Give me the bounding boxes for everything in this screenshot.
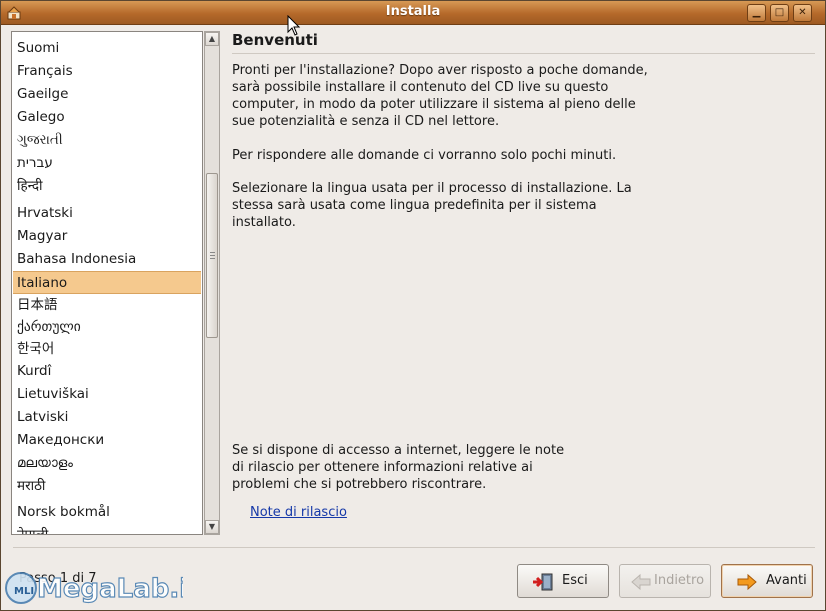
svg-text:MegaLab.it: MegaLab.it xyxy=(37,574,183,604)
scroll-up-button[interactable]: ▲ xyxy=(205,32,219,46)
language-item[interactable]: मराठी xyxy=(13,475,201,498)
close-icon: ✕ xyxy=(798,7,807,18)
internet-paragraph: Se si dispone di accesso a internet, leg… xyxy=(232,443,565,492)
language-list-scrollbar[interactable]: ▲ ▼ xyxy=(204,31,220,535)
language-item[interactable]: Magyar xyxy=(13,225,201,248)
language-item[interactable]: Français xyxy=(13,60,201,83)
language-item[interactable]: Hrvatski xyxy=(13,202,201,225)
language-item[interactable]: Lietuviškai xyxy=(13,383,201,406)
scrollbar-thumb[interactable] xyxy=(206,173,218,338)
back-button-label: Indietro xyxy=(654,573,705,588)
language-item[interactable]: മലയാളം xyxy=(13,452,201,475)
language-item[interactable]: हिन्दी xyxy=(13,175,201,198)
language-item[interactable]: Suomi xyxy=(13,37,201,60)
language-item[interactable]: Galego xyxy=(13,106,201,129)
chevron-down-icon: ▼ xyxy=(208,522,216,531)
arrow-left-icon xyxy=(631,573,651,591)
language-paragraph: Selezionare la lingua usata per il proce… xyxy=(232,181,632,230)
title-bar[interactable]: Installa ▁ □ ✕ xyxy=(1,1,825,25)
forward-button[interactable]: Avanti xyxy=(721,564,813,598)
language-item[interactable]: עברית xyxy=(13,152,201,175)
exit-door-icon xyxy=(533,573,553,591)
footer-divider xyxy=(13,547,815,548)
maximize-icon: □ xyxy=(774,7,785,18)
language-item[interactable]: Kurdî xyxy=(13,360,201,383)
quit-button-label: Esci xyxy=(562,573,588,588)
language-item[interactable]: Македонски xyxy=(13,429,201,452)
language-item[interactable]: 日本語 xyxy=(13,294,201,317)
language-item-selected[interactable]: Italiano xyxy=(13,271,201,294)
window-title: Installa xyxy=(385,4,441,19)
installer-window: Installa ▁ □ ✕ Suomi Français Gaeilge Ga… xyxy=(0,0,826,611)
quit-button[interactable]: Esci xyxy=(517,564,609,598)
minimize-icon: ▁ xyxy=(752,7,761,18)
language-item[interactable]: नेपाली xyxy=(13,524,201,534)
language-item[interactable]: ગુજરાતી xyxy=(13,129,201,152)
chevron-up-icon: ▲ xyxy=(208,34,216,43)
language-item[interactable]: 한국어 xyxy=(13,338,201,361)
arrow-right-icon xyxy=(737,573,757,591)
language-item[interactable]: Norsk bokmål xyxy=(13,501,201,524)
language-item[interactable]: Gaeilge xyxy=(13,83,201,106)
minimize-button[interactable]: ▁ xyxy=(747,4,766,22)
forward-button-label: Avanti xyxy=(766,573,807,588)
intro-paragraph: Pronti per l'installazione? Dopo aver ri… xyxy=(232,63,648,129)
language-list[interactable]: Suomi Français Gaeilge Galego ગુજરાતી עב… xyxy=(11,31,203,535)
mouse-pointer-icon xyxy=(287,15,301,36)
close-button[interactable]: ✕ xyxy=(793,4,812,22)
language-item[interactable]: ქართული xyxy=(13,316,201,339)
page-title: Benvenuti xyxy=(232,31,318,49)
heading-divider xyxy=(232,53,815,54)
scroll-down-button[interactable]: ▼ xyxy=(205,520,219,534)
grip-icon xyxy=(210,252,215,259)
time-paragraph: Per rispondere alle domande ci vorranno … xyxy=(232,148,617,163)
maximize-button[interactable]: □ xyxy=(770,4,789,22)
megalab-watermark-logo: MLI MegaLab.it xyxy=(5,572,183,605)
language-item[interactable]: Bahasa Indonesia xyxy=(13,248,201,271)
release-notes-link[interactable]: Note di rilascio xyxy=(250,505,347,520)
svg-text:MLI: MLI xyxy=(14,586,34,597)
language-item[interactable]: Latviski xyxy=(13,406,201,429)
back-button[interactable]: Indietro xyxy=(619,564,711,598)
